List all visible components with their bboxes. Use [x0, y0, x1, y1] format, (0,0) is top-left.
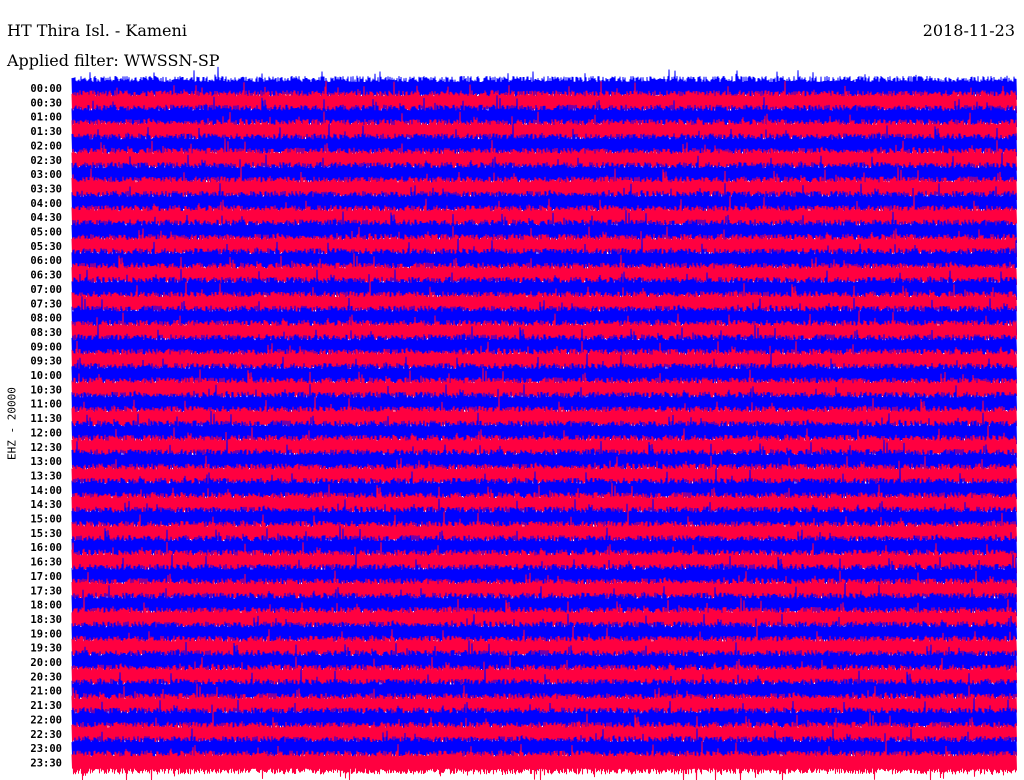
row-time-label: 23:30	[30, 757, 62, 769]
row-time-label: 02:00	[30, 140, 62, 152]
row-time-label: 09:00	[30, 341, 62, 353]
helicorder-plot: 00:00 00:30 01:00 01:30 02:00 02:30 03:00 03:30…	[30, 66, 1017, 780]
row-time-label: 08:30	[30, 327, 62, 339]
row-time-label: 06:30	[30, 270, 62, 282]
row-time-label: 20:00	[30, 657, 62, 669]
row-time-label: 05:30	[30, 241, 62, 253]
row-time-label: 11:30	[30, 413, 62, 425]
row-time-label: 03:00	[30, 169, 62, 181]
row-time-label: 17:00	[30, 571, 62, 583]
row-time-label: 07:30	[30, 298, 62, 310]
row-time-label: 06:00	[30, 255, 62, 267]
row-time-label: 03:30	[30, 183, 62, 195]
row-time-label: 15:30	[30, 528, 62, 540]
row-time-label: 02:30	[30, 155, 62, 167]
row-time-label: 05:00	[30, 227, 62, 239]
row-time-label: 10:30	[30, 384, 62, 396]
row-time-label: 23:00	[30, 743, 62, 755]
row-time-label: 14:30	[30, 499, 62, 511]
row-time-label: 01:00	[30, 112, 62, 124]
row-time-label: 08:00	[30, 313, 62, 325]
row-time-label: 19:30	[30, 643, 62, 655]
row-time-label: 12:00	[30, 427, 62, 439]
row-time-label: 16:30	[30, 557, 62, 569]
row-time-label: 21:00	[30, 686, 62, 698]
row-time-label: 10:00	[30, 370, 62, 382]
row-time-label: 16:00	[30, 542, 62, 554]
row-time-label: 07:00	[30, 284, 62, 296]
row-labels: 00:00 00:30 01:00 01:30 02:00 02:30 03:00 03:30…	[30, 83, 62, 769]
row-time-label: 14:00	[30, 485, 62, 497]
row-time-label: 18:30	[30, 614, 62, 626]
row-time-label: 18:00	[30, 600, 62, 612]
row-time-label: 19:00	[30, 628, 62, 640]
row-time-label: 13:30	[30, 470, 62, 482]
row-time-label: 11:00	[30, 399, 62, 411]
row-time-label: 00:00	[30, 83, 62, 95]
row-time-label: 20:30	[30, 671, 62, 683]
row-time-label: 22:00	[30, 714, 62, 726]
row-time-label: 04:00	[30, 198, 62, 210]
row-time-label: 17:30	[30, 585, 62, 597]
row-time-label: 01:30	[30, 126, 62, 138]
row-time-label: 12:30	[30, 442, 62, 454]
traces	[71, 66, 1017, 780]
row-time-label: 13:00	[30, 456, 62, 468]
row-time-label: 21:30	[30, 700, 62, 712]
row-time-label: 00:30	[30, 97, 62, 109]
row-time-label: 15:00	[30, 514, 62, 526]
row-time-label: 22:30	[30, 729, 62, 741]
row-time-label: 04:30	[30, 212, 62, 224]
row-time-label: 09:30	[30, 356, 62, 368]
